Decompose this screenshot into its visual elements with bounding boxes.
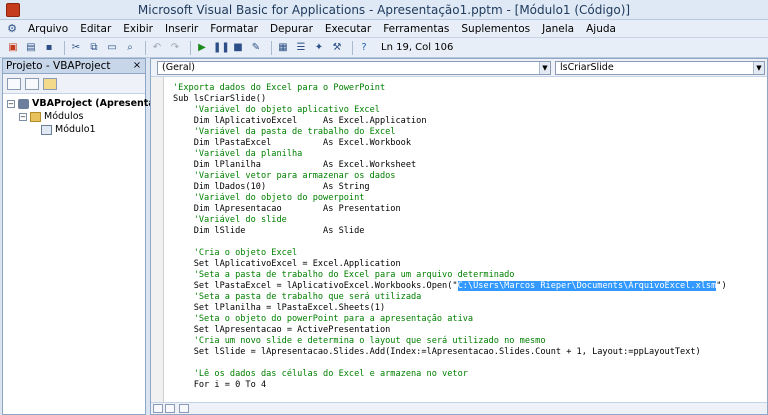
module-icon bbox=[41, 124, 52, 135]
code-comment-line[interactable]: 'Variável do objeto do powerpoint bbox=[173, 193, 365, 204]
undo-icon[interactable]: ↶ bbox=[150, 41, 164, 55]
redo-icon[interactable]: ↷ bbox=[168, 41, 182, 55]
project-explorer-title: Projeto - VBAProject bbox=[6, 60, 111, 72]
horizontal-scrollbar[interactable] bbox=[151, 402, 767, 414]
tree-item-label: Módulo1 bbox=[55, 124, 96, 135]
margin-indicator-bar[interactable] bbox=[151, 77, 164, 402]
save-icon[interactable]: ▪ bbox=[42, 41, 56, 55]
code-comment-line[interactable]: 'Variável do objeto aplicativo Excel bbox=[173, 105, 380, 116]
menu-ferramentas[interactable]: Ferramentas bbox=[377, 23, 455, 35]
break-icon[interactable]: ❚❚ bbox=[213, 41, 230, 55]
project-explorer-icon[interactable]: ▦ bbox=[276, 41, 290, 55]
code-line[interactable]: Sub lsCriarSlide() bbox=[173, 94, 266, 105]
code-line[interactable]: Dim lPlanilha As Excel.Worksheet bbox=[173, 160, 417, 171]
menu-executar[interactable]: Executar bbox=[319, 23, 377, 35]
procedure-dropdown-value: lsCriarSlide bbox=[560, 62, 614, 73]
code-line[interactable]: Dim lApresentacao As Presentation bbox=[173, 204, 401, 215]
procedure-dropdown[interactable]: lsCriarSlide ▼ bbox=[555, 61, 765, 75]
object-browser-icon[interactable]: ✦ bbox=[312, 41, 326, 55]
code-comment-line[interactable]: 'Cria um novo slide e determina o layout… bbox=[173, 336, 546, 347]
paste-icon[interactable]: ▭ bbox=[105, 41, 119, 55]
menu-janela[interactable]: Janela bbox=[536, 23, 580, 35]
cursor-position: Ln 19, Col 106 bbox=[381, 42, 454, 53]
menu-ajuda[interactable]: Ajuda bbox=[580, 23, 622, 35]
code-line[interactable]: Set lAplicativoExcel = Excel.Application bbox=[173, 259, 401, 270]
code-line[interactable]: Dim lAplicativoExcel As Excel.Applicatio… bbox=[173, 116, 427, 127]
insert-module-icon[interactable]: ▤ bbox=[24, 41, 38, 55]
menu-formatar[interactable]: Formatar bbox=[204, 23, 264, 35]
chevron-down-icon[interactable]: ▼ bbox=[753, 62, 764, 74]
tree-item-modulo1[interactable]: Módulo1 bbox=[41, 123, 96, 136]
tree-item-label: Módulos bbox=[44, 111, 84, 122]
selected-text[interactable]: C:\Users\Marcos Rieper\Documents\Arquivo… bbox=[457, 281, 717, 291]
help-icon[interactable]: ? bbox=[357, 41, 371, 55]
cut-icon[interactable]: ✂ bbox=[69, 41, 83, 55]
code-comment-line[interactable]: 'Seta a pasta de trabalho do Excel para … bbox=[173, 270, 515, 281]
tree-item-modulos[interactable]: − Módulos bbox=[19, 110, 83, 123]
menu-arquivo[interactable]: Arquivo bbox=[22, 23, 74, 35]
collapse-icon[interactable]: − bbox=[7, 99, 15, 108]
menu-editar[interactable]: Editar bbox=[74, 23, 117, 35]
view-code-icon[interactable] bbox=[7, 77, 21, 90]
design-mode-icon[interactable]: ✎ bbox=[249, 41, 263, 55]
title-bar: Microsoft Visual Basic for Applications … bbox=[0, 0, 768, 20]
menu-depurar[interactable]: Depurar bbox=[264, 23, 319, 35]
code-line[interactable]: Set lPastaExcel = lAplicativoExcel.Workb… bbox=[173, 281, 727, 292]
view-object-icon[interactable] bbox=[25, 77, 39, 90]
code-comment-line[interactable]: 'Variável do slide bbox=[173, 215, 287, 226]
properties-icon[interactable]: ☰ bbox=[294, 41, 308, 55]
code-line[interactable]: Set lPlanilha = lPastaExcel.Sheets(1) bbox=[173, 303, 385, 314]
reset-icon[interactable]: ■ bbox=[231, 41, 245, 55]
copy-icon[interactable]: ⧉ bbox=[87, 41, 101, 55]
code-comment-line[interactable]: 'Variável da pasta de trabalho do Excel bbox=[173, 127, 396, 138]
window-title: Microsoft Visual Basic for Applications … bbox=[137, 3, 631, 17]
code-line[interactable]: Set lSlide = lApresentacao.Slides.Add(In… bbox=[173, 347, 701, 358]
code-line[interactable]: Set lApresentacao = ActivePresentation bbox=[173, 325, 391, 336]
chevron-down-icon[interactable]: ▼ bbox=[539, 62, 550, 74]
project-explorer-header: Projeto - VBAProject × bbox=[3, 59, 145, 74]
code-line[interactable]: Dim lDados(10) As String bbox=[173, 182, 370, 193]
code-comment-line[interactable]: 'Exporta dados do Excel para o PowerPoin… bbox=[173, 83, 385, 94]
menu-inserir[interactable]: Inserir bbox=[159, 23, 204, 35]
code-line[interactable]: Dim lSlide As Slide bbox=[173, 226, 365, 237]
procedure-view-icon[interactable] bbox=[153, 404, 163, 413]
folder-icon bbox=[30, 111, 41, 122]
standard-toolbar: ▣ ▤ ▪ ✂ ⧉ ▭ ⌕ ↶ ↷ ▶ ❚❚ ■ ✎ ▦ ☰ ✦ ⚒ ? Ln … bbox=[0, 38, 768, 58]
vba-menu-icon[interactable]: ⚙ bbox=[4, 22, 20, 35]
code-comment-line[interactable]: 'Variável vetor para armazenar os dados bbox=[173, 171, 396, 182]
code-comment-line[interactable]: 'Seta a pasta de trabalho que será utili… bbox=[173, 292, 422, 303]
vba-project-icon bbox=[18, 98, 29, 109]
project-explorer: Projeto - VBAProject × − VBAProject (Apr… bbox=[2, 58, 180, 415]
object-dropdown[interactable]: (Geral) ▼ bbox=[157, 61, 551, 75]
code-line[interactable]: For i = 0 To 4 bbox=[173, 380, 266, 391]
code-window: (Geral) ▼ lsCriarSlide ▼ 'Exporta dados … bbox=[150, 58, 768, 415]
close-icon[interactable]: × bbox=[131, 59, 143, 72]
toolbox-icon[interactable]: ⚒ bbox=[330, 41, 344, 55]
full-module-view-icon[interactable] bbox=[165, 404, 175, 413]
code-combos: (Geral) ▼ lsCriarSlide ▼ bbox=[151, 59, 767, 77]
code-editor[interactable]: 'Exporta dados do Excel para o PowerPoin… bbox=[165, 77, 767, 402]
toggle-folders-icon[interactable] bbox=[43, 77, 57, 90]
code-line[interactable]: Dim lPastaExcel As Excel.Workbook bbox=[173, 138, 411, 149]
menu-exibir[interactable]: Exibir bbox=[117, 23, 159, 35]
project-explorer-toolbar bbox=[3, 74, 145, 94]
collapse-icon[interactable]: − bbox=[19, 112, 27, 121]
menu-bar: ⚙ Arquivo Editar Exibir Inserir Formatar… bbox=[0, 20, 768, 38]
object-dropdown-value: (Geral) bbox=[162, 62, 195, 73]
find-icon[interactable]: ⌕ bbox=[123, 41, 137, 55]
code-comment-line[interactable]: 'Lê os dados das células do Excel e arma… bbox=[173, 369, 468, 380]
scroll-left-icon[interactable] bbox=[179, 404, 189, 413]
code-comment-line[interactable]: 'Variável da planilha bbox=[173, 149, 303, 160]
menu-suplementos[interactable]: Suplementos bbox=[455, 23, 536, 35]
run-icon[interactable]: ▶ bbox=[195, 41, 209, 55]
view-host-app-icon[interactable]: ▣ bbox=[6, 41, 20, 55]
code-comment-line[interactable]: 'Cria o objeto Excel bbox=[173, 248, 298, 259]
code-comment-line[interactable]: 'Seta o objeto do powerPoint para a apre… bbox=[173, 314, 473, 325]
